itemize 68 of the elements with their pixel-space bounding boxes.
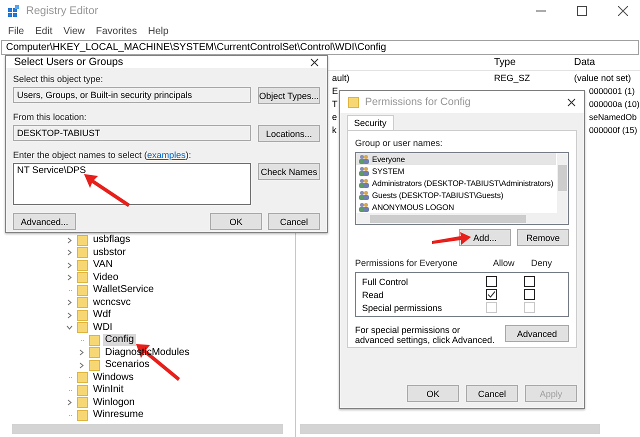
- permission-name: Full Control: [362, 276, 410, 286]
- permission-name: Special permissions: [362, 302, 444, 312]
- table-cell: seNamedOb: [589, 112, 637, 122]
- field-label: From this location:: [13, 112, 88, 122]
- table-cell: ault): [332, 72, 350, 82]
- tree-item[interactable]: WDI: [91, 322, 114, 334]
- locations-button[interactable]: Locations...: [258, 125, 320, 142]
- user-item[interactable]: Administrators (DESKTOP-TABIUST\Administrators): [372, 178, 554, 188]
- location-field: DESKTOP-TABIUST: [13, 125, 251, 141]
- table-cell: k: [332, 124, 336, 134]
- tree-item[interactable]: VAN: [91, 259, 115, 272]
- table-cell: (value not set): [574, 72, 632, 82]
- dialog-button[interactable]: OK: [407, 385, 459, 402]
- field-label: Group or user names:: [355, 138, 444, 148]
- security-tab[interactable]: Security: [347, 115, 394, 130]
- tree-item[interactable]: Winlogon: [91, 396, 137, 409]
- check-names-button[interactable]: Check Names: [258, 163, 320, 180]
- table-cell: 0000001 (1): [589, 86, 635, 96]
- user-item[interactable]: ANONYMOUS LOGON: [372, 202, 454, 212]
- dialog-title: Select Users or Groups: [14, 56, 124, 68]
- permissions-label: Permissions for Everyone: [355, 258, 459, 268]
- field-label: Select this object type:: [13, 74, 104, 84]
- menu-item[interactable]: File: [8, 26, 24, 36]
- table-cell: REG_SZ: [494, 72, 530, 82]
- tree-item[interactable]: Scenarios: [103, 359, 152, 372]
- user-item[interactable]: SYSTEM: [372, 166, 404, 176]
- table-cell: e: [332, 112, 338, 122]
- menu-item[interactable]: Help: [148, 26, 169, 36]
- tree-item[interactable]: Wdf: [91, 309, 113, 322]
- examples-link[interactable]: examples: [147, 150, 186, 160]
- table-cell: E: [332, 86, 338, 96]
- advanced-button[interactable]: Advanced: [505, 325, 569, 342]
- object-names-field[interactable]: NT Service\DPS: [13, 163, 251, 205]
- dialog-button[interactable]: Cancel: [268, 213, 320, 230]
- dialog-title: Permissions for Config: [365, 96, 472, 108]
- column-header: Allow: [493, 258, 516, 268]
- table-cell: 000000a (10): [589, 98, 640, 108]
- field-label: Enter the object names to select (examples):: [13, 150, 192, 160]
- column-header: Deny: [531, 258, 554, 268]
- advanced-button[interactable]: Advanced...: [13, 213, 76, 230]
- object-type-field: Users, Groups, or Built-in security principals: [13, 87, 251, 103]
- tree-item[interactable]: Windows: [91, 372, 136, 384]
- object-types-button[interactable]: Object Types...: [258, 87, 320, 104]
- menu-item[interactable]: Favorites: [96, 26, 137, 36]
- advanced-note: For special permissions or advanced settings, click Advanced.: [355, 325, 496, 345]
- tree-item[interactable]: Video: [91, 272, 120, 284]
- user-item[interactable]: Guests (DESKTOP-TABIUST\Guests): [372, 190, 504, 200]
- window-title: Registry Editor: [26, 5, 100, 17]
- tree-item[interactable]: WalletService: [91, 284, 156, 296]
- add-button[interactable]: Add...: [459, 229, 511, 246]
- tree-item[interactable]: Winresume: [91, 409, 146, 422]
- permission-name: Read: [362, 290, 385, 300]
- column-header: Data: [574, 57, 596, 68]
- column-header: Type: [494, 57, 516, 68]
- tree-item[interactable]: WinInit: [91, 384, 126, 396]
- dialog-button[interactable]: Cancel: [466, 385, 518, 402]
- address-bar[interactable]: Computer\HKEY_LOCAL_MACHINE\SYSTEM\CurrentControlSet\Control\WDI\Config: [1, 40, 639, 55]
- tree-item[interactable]: wcncsvc: [91, 296, 133, 309]
- tree-item[interactable]: usbstor: [91, 246, 128, 259]
- table-cell: T: [332, 98, 338, 108]
- table-cell: 000000f (15): [589, 124, 638, 134]
- user-item[interactable]: Everyone: [372, 154, 405, 164]
- menu-item[interactable]: View: [63, 26, 85, 36]
- menu-item[interactable]: Edit: [35, 26, 52, 36]
- remove-button[interactable]: Remove: [517, 229, 569, 246]
- dialog-button[interactable]: OK: [210, 213, 262, 230]
- tree-item[interactable]: usbflags: [91, 234, 132, 246]
- tree-item[interactable]: Config: [103, 334, 136, 346]
